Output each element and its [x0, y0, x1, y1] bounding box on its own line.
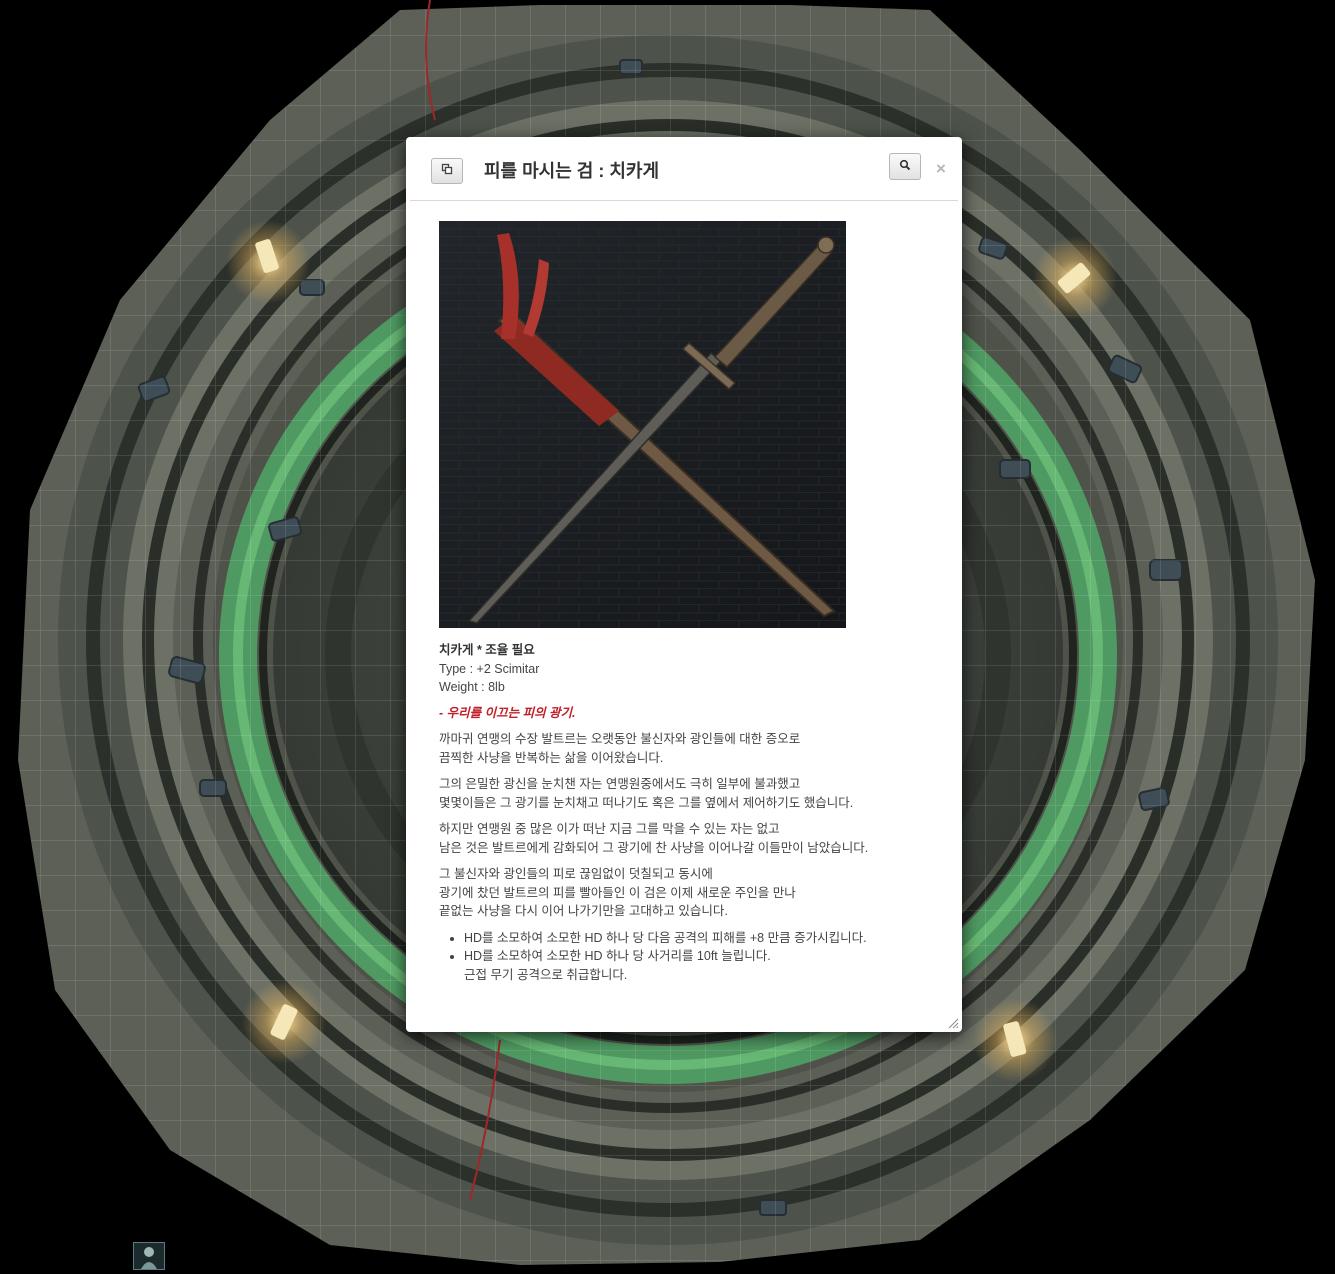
- lore-line: 그 불신자와 광인들의 피로 끊임없이 덧칠되고 동시에: [439, 867, 713, 881]
- lore-line: 하지만 연맹원 중 많은 이가 떠난 지금 그를 막을 수 있는 자는 없고: [439, 822, 780, 836]
- lore-line: 끔찍한 사냥을 반복하는 삶을 이어왔습니다.: [439, 750, 664, 765]
- lore-paragraph: 하지만 연맹원 중 많은 이가 떠난 지금 그를 막을 수 있는 자는 없고 남…: [439, 820, 939, 857]
- candle-icon: [1033, 236, 1117, 320]
- candle-icon: [242, 980, 326, 1064]
- search-icon: [899, 158, 911, 176]
- lore-paragraph: 까마귀 연맹의 수장 발트르는 오랫동안 불신자와 광인들에 대한 증오로 끔찍…: [439, 730, 939, 767]
- feature-list: HD를 소모하여 소모한 HD 하나 당 다음 공격의 피해를 +8 만큼 증가…: [439, 929, 939, 985]
- lore-line: 끝없는 사냥을 다시 이어 나가기만을 고대하고 있습니다.: [439, 904, 728, 918]
- lore-paragraph: 그의 은밀한 광신을 눈치챈 자는 연맹원중에서도 극히 일부에 불과했고 몇몇…: [439, 775, 939, 812]
- close-button[interactable]: ×: [936, 160, 946, 177]
- feature-item: HD를 소모하여 소모한 HD 하나 당 사거리를 10ft 늘립니다. 근접 …: [464, 947, 939, 984]
- lore-line: 광기에 찼던 발트르의 피를 빨아들인 이 검은 이제 새로운 주인을 만나: [439, 885, 796, 900]
- dialog-body: 치카게 * 조율 필요 Type : +2 Scimitar Weight : …: [439, 221, 939, 984]
- dialog-title: 피를 마시는 검 : 치카게: [484, 161, 660, 181]
- item-weight: Weight : 8lb: [439, 680, 505, 694]
- character-token-icon[interactable]: [133, 1242, 165, 1270]
- item-dialog[interactable]: 피를 마시는 검 : 치카게 × 치카게 * 조율 필요 Type: +2 S…: [406, 137, 962, 1032]
- popout-icon: [441, 162, 453, 180]
- feature-text: HD를 소모하여 소모한 HD 하나 당 다음 공격의 피해를 +8 만큼 증가…: [464, 930, 867, 945]
- feature-item: HD를 소모하여 소모한 HD 하나 당 다음 공격의 피해를 +8 만큼 증가…: [464, 929, 939, 948]
- lore-line: 그의 은밀한 광신을 눈치챈 자는 연맹원중에서도 극히 일부에 불과했고: [439, 777, 801, 791]
- feature-text: 근접 무기 공격으로 취급합니다.: [464, 967, 628, 982]
- candle-icon: [226, 220, 310, 304]
- candle-icon: [973, 998, 1057, 1082]
- item-name: 치카게 * 조율 필요: [439, 643, 535, 657]
- lore-line: 남은 것은 발트르에게 감화되어 그 광기에 찬 사냥을 이어나갈 이들만이 남…: [439, 840, 869, 855]
- flavor-text: - 우리를 이끄는 피의 광기.: [439, 705, 576, 720]
- lore-paragraph: 그 불신자와 광인들의 피로 끊임없이 덧칠되고 동시에 광기에 찼던 발트르의…: [439, 865, 939, 921]
- lore-line: 까마귀 연맹의 수장 발트르는 오랫동안 불신자와 광인들에 대한 증오로: [439, 732, 801, 746]
- popout-button[interactable]: [431, 158, 463, 184]
- feature-text: HD를 소모하여 소모한 HD 하나 당 사거리를 10ft 늘립니다.: [464, 949, 771, 963]
- item-image: [439, 221, 846, 628]
- search-button[interactable]: [889, 153, 921, 180]
- item-type: Type : +2 Scimitar: [439, 661, 540, 676]
- resize-grip-icon[interactable]: [947, 1017, 959, 1029]
- lore-line: 몇몇이들은 그 광기를 눈치채고 떠나기도 혹은 그를 옆에서 제어하기도 했습…: [439, 795, 854, 810]
- dialog-header[interactable]: 피를 마시는 검 : 치카게 ×: [410, 137, 958, 201]
